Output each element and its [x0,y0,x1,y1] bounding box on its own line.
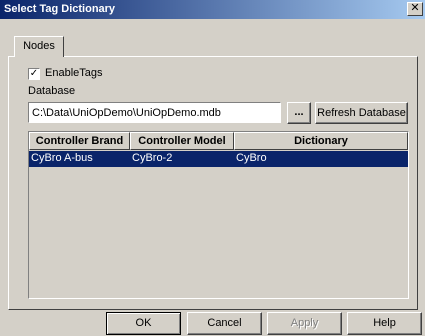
enable-tags-label[interactable]: EnableTags [45,67,103,79]
cancel-button[interactable]: Cancel [187,312,262,335]
ok-button[interactable]: OK [106,312,181,335]
tab-nodes[interactable]: Nodes [14,36,64,57]
table-row[interactable]: CyBro A-bus CyBro-2 CyBro [29,151,408,167]
database-label: Database [28,85,76,97]
close-button[interactable]: ✕ [407,2,423,16]
cell-model: CyBro-2 [132,152,173,164]
checkmark-icon: ✓ [29,68,39,79]
column-header-dictionary[interactable]: Dictionary [234,132,408,150]
window-title: Select Tag Dictionary [4,3,116,15]
apply-button[interactable]: Apply [267,312,342,335]
help-button[interactable]: Help [347,312,422,335]
database-path-input[interactable] [28,102,281,123]
enable-tags-checkbox[interactable]: ✓ [28,68,40,80]
column-header-model[interactable]: Controller Model [130,132,234,150]
column-header-brand[interactable]: Controller Brand [29,132,130,150]
close-icon: ✕ [410,2,420,14]
refresh-database-button[interactable]: Refresh Database [315,102,408,124]
cell-brand: CyBro A-bus [31,152,93,164]
dictionary-grid[interactable]: Controller Brand Controller Model Dictio… [28,131,409,299]
browse-button[interactable]: ... [287,102,311,124]
tab-label: Nodes [23,40,55,52]
grid-header: Controller Brand Controller Model Dictio… [29,132,408,150]
cell-dictionary: CyBro [236,152,267,164]
title-bar: Select Tag Dictionary ✕ [0,0,425,19]
